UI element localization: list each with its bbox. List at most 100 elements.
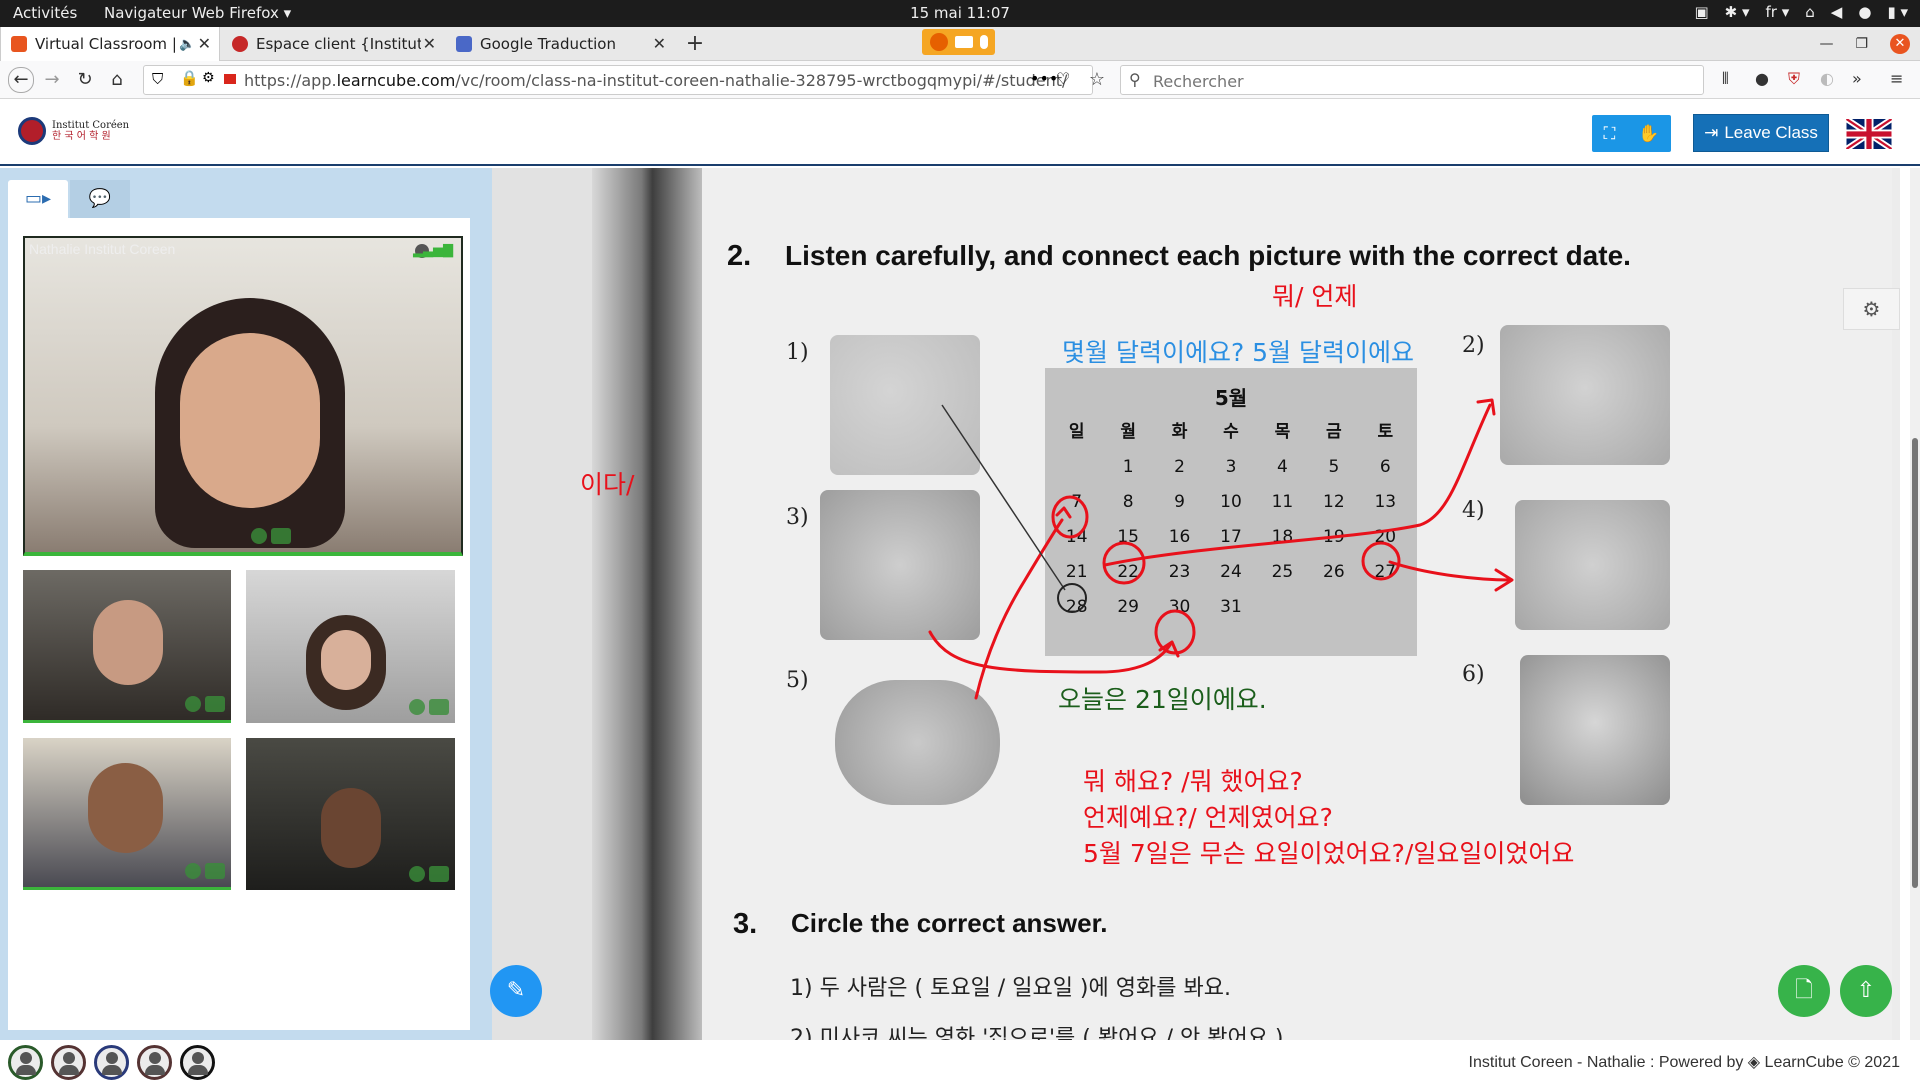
search-input[interactable] xyxy=(1151,71,1691,92)
annotation-ida: 이다/ xyxy=(580,470,635,499)
library-icon[interactable]: ⫴ xyxy=(1722,69,1729,89)
activities-button[interactable]: Activités xyxy=(13,4,77,22)
restore-icon[interactable]: ❐ xyxy=(1855,36,1868,52)
tab-title: Espace client {Institut Co xyxy=(256,35,421,53)
item-label-1: 1) xyxy=(786,340,809,365)
calendar-day: 27 xyxy=(1374,562,1397,582)
calendar: 5월 일 월 화 수 목 금 토 1 2 3 4 5 6 7 8 9 10 11 12 13 14 15 16 17 18 19 2… xyxy=(1045,368,1417,656)
camera-sharing-icon[interactable] xyxy=(224,74,236,84)
institut-seal-icon xyxy=(18,117,46,145)
tab-google-traduction[interactable]: Google Traduction ✕ xyxy=(446,27,674,61)
cinema-picture xyxy=(1520,655,1670,805)
microphone-icon xyxy=(185,696,201,712)
item-label-5: 5) xyxy=(786,668,809,693)
add-file-icon: 🗋 xyxy=(1795,978,1813,1003)
camera-icon xyxy=(954,36,973,48)
calendar-day: 5 xyxy=(1328,457,1340,477)
close-tab-icon[interactable]: ✕ xyxy=(653,34,666,53)
scrollbar-thumb[interactable] xyxy=(1912,438,1918,888)
overflow-icon[interactable]: » xyxy=(1852,69,1862,88)
question-3-line-2: 2) 미사코 씨는 영화 '집으로'를 ( 봤어요 / 안 봤어요 ). xyxy=(790,1026,1291,1040)
window-controls: — ❐ ✕ xyxy=(1819,27,1910,61)
calendar-day: 25 xyxy=(1271,562,1294,582)
calendar-day: 8 xyxy=(1122,492,1134,512)
pocket-icon[interactable]: ♡ xyxy=(1056,69,1070,88)
teacher-video[interactable]: Nathalie Institut Coreen ▂▃▅▇ xyxy=(23,236,463,556)
keyboard-layout[interactable]: fr ▾ xyxy=(1766,3,1790,21)
microphone-icon[interactable]: ● xyxy=(1858,3,1871,21)
student-video-1[interactable] xyxy=(23,570,231,723)
bookmark-star-icon[interactable]: ☆ xyxy=(1085,68,1109,92)
tab-virtual-classroom[interactable]: Virtual Classroom | Le 🔈 ✕ xyxy=(0,27,220,61)
microphone-icon xyxy=(185,863,201,879)
uk-flag-icon[interactable] xyxy=(1846,119,1892,149)
logo-line-1: Institut Coréen xyxy=(52,120,130,131)
calendar-day: 15 xyxy=(1117,527,1139,547)
ublock-icon[interactable]: ⛨ xyxy=(1788,69,1800,89)
whiteboard-scrollbar[interactable] xyxy=(1910,168,1920,1040)
annotation-questions-2: 언제예요?/ 언제였어요? xyxy=(1083,803,1333,832)
search-box[interactable]: ⚲ xyxy=(1120,65,1704,95)
calendar-day: 26 xyxy=(1323,562,1345,582)
raise-hand-icon[interactable]: ✋ xyxy=(1638,124,1659,144)
tab-video[interactable]: ▭▸ xyxy=(8,180,68,218)
forward-icon[interactable]: → xyxy=(40,68,64,92)
avatar[interactable] xyxy=(94,1045,129,1080)
annotation-questions-3: 5월 7일은 무슨 요일이었어요?/일요일이었어요 xyxy=(1083,839,1575,868)
address-bar[interactable]: ⛉ 🔒 ⚙ https://app.learncube.com/vc/room/… xyxy=(143,65,1093,95)
student-face xyxy=(88,763,163,853)
leave-class-button[interactable]: ⇥ Leave Class xyxy=(1693,114,1829,152)
reload-icon[interactable]: ↻ xyxy=(73,68,97,92)
participant-avatars xyxy=(8,1045,215,1080)
page-actions-icon[interactable]: ••• xyxy=(1030,69,1058,88)
whiteboard-settings-button[interactable]: ⚙ xyxy=(1843,288,1900,330)
close-tab-icon[interactable]: ✕ xyxy=(423,34,436,53)
video-camera-icon: ▭▸ xyxy=(24,188,52,209)
close-window-icon[interactable]: ✕ xyxy=(1890,34,1910,54)
close-tab-icon[interactable]: ✕ xyxy=(198,34,211,53)
annotation-calendar-month: 몇월 달력이에요? 5월 달력이에요 xyxy=(1062,338,1415,367)
calendar-day: 9 xyxy=(1174,492,1185,512)
pen-tool-button[interactable]: ✎ xyxy=(490,965,542,1017)
search-icon: ⚲ xyxy=(1129,70,1141,89)
student-face xyxy=(321,788,381,868)
avatar[interactable] xyxy=(51,1045,86,1080)
question-2-number: 2. xyxy=(727,240,752,272)
avatar[interactable] xyxy=(180,1045,215,1080)
avatar[interactable] xyxy=(137,1045,172,1080)
network-icon[interactable]: ⌂ xyxy=(1805,3,1815,21)
volume-icon[interactable]: ◀ xyxy=(1831,3,1843,21)
teacher-face xyxy=(180,333,320,508)
upload-button[interactable]: ⇧ xyxy=(1840,965,1892,1017)
system-top-bar: Activités Navigateur Web Firefox ▾ 15 ma… xyxy=(0,0,1920,27)
minimize-icon[interactable]: — xyxy=(1819,36,1833,52)
battery-icon[interactable]: ▮ ▾ xyxy=(1887,3,1908,21)
add-document-button[interactable]: 🗋 xyxy=(1778,965,1830,1017)
lock-icon[interactable]: 🔒 xyxy=(180,69,199,87)
tab-chat[interactable]: 💬 xyxy=(70,180,130,218)
calendar-day: 1 xyxy=(1122,457,1134,477)
media-status-icons xyxy=(409,699,449,715)
calendar-day xyxy=(1257,595,1308,620)
app-menu[interactable]: Navigateur Web Firefox ▾ xyxy=(104,4,291,22)
calendar-day: 3 xyxy=(1225,457,1237,477)
extension-icon[interactable]: ● xyxy=(1755,69,1769,88)
screen-icon[interactable]: ▣ xyxy=(1694,3,1708,21)
speaker-icon[interactable]: 🔈 xyxy=(179,37,195,52)
sharing-indicator[interactable] xyxy=(922,29,995,55)
back-icon[interactable]: ← xyxy=(8,67,34,93)
shield-icon[interactable]: ⛉ xyxy=(152,70,163,88)
home-icon[interactable]: ⌂ xyxy=(105,68,129,92)
tab-espace-client[interactable]: Espace client {Institut Co ✕ xyxy=(222,27,444,61)
student-video-4[interactable] xyxy=(246,738,455,890)
student-video-2[interactable] xyxy=(246,570,455,723)
fullscreen-icon[interactable]: ⛶ xyxy=(1603,124,1615,144)
avatar[interactable] xyxy=(8,1045,43,1080)
hamburger-menu-icon[interactable]: ≡ xyxy=(1890,69,1903,88)
extension-disabled-icon[interactable]: ◐ xyxy=(1820,69,1834,88)
accessibility-icon[interactable]: ✱ ▾ xyxy=(1725,3,1750,21)
new-tab-button[interactable]: + xyxy=(680,27,710,61)
url-text: https://app.learncube.com/vc/room/class-… xyxy=(244,71,1067,90)
permissions-icon[interactable]: ⚙ xyxy=(202,70,215,86)
student-video-3[interactable] xyxy=(23,738,231,890)
